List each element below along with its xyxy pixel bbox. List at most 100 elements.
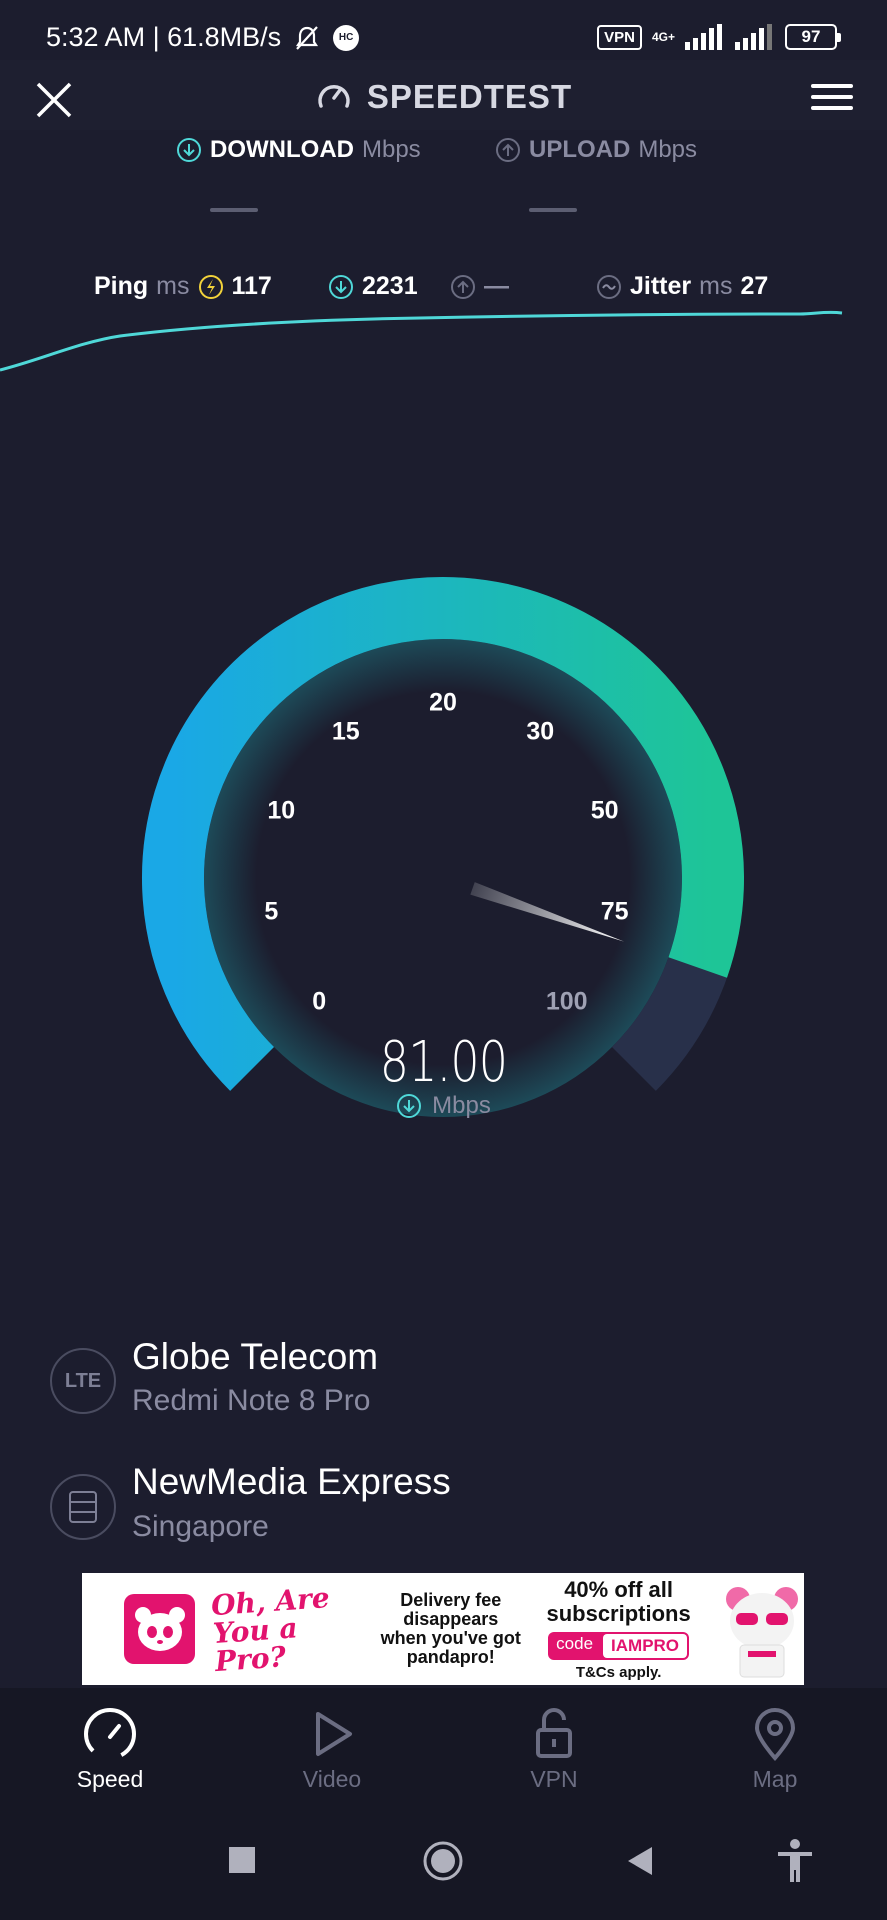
hamburger-menu-icon [811,84,853,88]
ad-code-label: code [556,1633,594,1653]
gauge-scale-label: 15 [331,717,360,746]
recents-square-icon[interactable] [228,1846,256,1874]
upload-ping-value: — [484,272,509,300]
gauge-scale-label: 75 [600,897,629,926]
ad-middle-line: Delivery fee [400,1590,502,1610]
speed-history-graph [0,310,843,372]
accessibility-icon[interactable] [776,1838,814,1884]
device-name: Redmi Note 8 Pro [132,1384,371,1417]
ad-code-value: IAMPRO [603,1633,688,1658]
server-name[interactable]: NewMedia Express [132,1461,451,1503]
upload-label-text: UPLOAD [529,136,631,163]
jitter-unit: ms [699,272,733,300]
jitter-value: 27 [740,272,769,300]
speed-unit-row: Mbps [0,1092,887,1120]
provider-name[interactable]: Globe Telecom [132,1336,378,1378]
battery-indicator: 97 [785,24,841,50]
gauge-scale-label: 100 [545,987,588,1016]
gauge-scale-label: 30 [526,717,555,746]
nav-speed[interactable]: Speed [35,1688,185,1798]
speed-value: 81.00 [379,1030,508,1095]
signal-strength-icon [685,24,722,50]
panda-icon [134,1607,185,1651]
nav-video-label: Video [302,1766,362,1792]
map-pin-icon [754,1708,796,1761]
upload-value-placeholder [529,208,577,212]
gauge-scale-label: 50 [590,796,619,825]
time-and-speed: 5:32 AM | 61.8MB/s [46,22,282,52]
nav-vpn-label: VPN [530,1766,578,1792]
network-type: 4G+ [651,30,675,44]
back-triangle-icon[interactable] [626,1846,654,1876]
status-left: 5:32 AM | 61.8MB/s HC [46,22,360,53]
speed-history-line [0,310,843,372]
jitter-icon [597,274,621,299]
download-label-text: DOWNLOAD [210,136,354,163]
nav-map[interactable]: Map [700,1688,850,1798]
play-icon [316,1712,352,1756]
nav-vpn[interactable]: VPN [479,1688,629,1798]
upload-label: UPLOAD Mbps [495,136,697,164]
nav-map-label: Map [752,1766,798,1792]
speedometer-icon [318,85,350,108]
server-icon-badge [50,1474,116,1540]
nav-speed-label: Speed [76,1766,144,1792]
speed-unit-text: Mbps [432,1092,491,1119]
gauge-scale-label: 20 [429,688,457,717]
speedometer-icon [84,1708,136,1760]
idle-ping-value: 117 [231,272,272,300]
idle-ping-icon [198,274,223,299]
app-header: SPEEDTEST [0,60,887,130]
download-ping-value: 2231 [362,272,418,300]
ping-label-group: Ping ms 117 [94,272,272,301]
close-button[interactable] [32,78,76,122]
ad-middle-line: pandapro! [406,1647,495,1667]
app-title: SPEEDTEST [0,78,887,116]
bottom-navigation: Speed Video VPN Map [0,1688,887,1798]
menu-button[interactable] [811,84,853,116]
lte-badge: LTE [50,1348,116,1414]
gauge-scale-label: 5 [264,897,279,926]
ad-middle-line: disappears [403,1609,499,1629]
home-circle-icon[interactable] [422,1840,464,1882]
unlock-icon [536,1708,572,1758]
ad-offer: 40% off all subscriptions code IAMPRO T&… [539,1576,698,1681]
download-unit: Mbps [361,136,421,163]
ad-terms: T&Cs apply. [575,1663,662,1681]
hamburger-line [811,106,853,110]
close-icon [36,82,72,118]
nav-video[interactable]: Video [257,1688,407,1798]
server-location: Singapore [132,1510,269,1543]
foodpanda-logo [124,1594,196,1664]
ad-banner[interactable]: Oh, Are You a Pro? Delivery fee disappea… [82,1573,804,1685]
ad-middle-text: Delivery fee disappears when you've got … [376,1591,525,1667]
lte-badge-text: LTE [64,1369,102,1392]
download-value-placeholder [210,208,258,212]
hc-badge: HC [333,24,360,51]
hamburger-line [811,95,853,99]
ping-label: Ping [94,272,149,300]
upload-ping-group: — [450,272,509,301]
upload-unit: Mbps [638,136,698,163]
jitter-label: Jitter [630,272,692,300]
signal-strength-2-icon [735,24,772,50]
bell-muted-icon [296,25,319,50]
ad-middle-line: when you've got [380,1628,521,1648]
download-arrow-icon [177,138,201,162]
panda-mascot-image [720,1579,804,1679]
server-icon [69,1491,97,1523]
upload-ping-icon [451,274,475,299]
upload-arrow-icon [496,138,520,162]
download-arrow-icon [397,1094,422,1118]
download-ping-group: 2231 [328,272,418,301]
ad-offer-text: 40% off all subscriptions [546,1576,691,1626]
status-bar: 5:32 AM | 61.8MB/s HC VPN 4G+ 97 [0,0,887,60]
system-navigation-bar [0,1798,887,1920]
vpn-badge: VPN [597,24,642,50]
jitter-group: Jitter ms 27 [596,272,768,301]
download-label: DOWNLOAD Mbps [176,136,421,164]
download-ping-icon [329,274,353,299]
ad-headline: Oh, Are You a Pro? [210,1581,332,1679]
gauge-scale-label: 10 [267,796,296,825]
ad-promo-code: code IAMPRO [548,1631,690,1660]
